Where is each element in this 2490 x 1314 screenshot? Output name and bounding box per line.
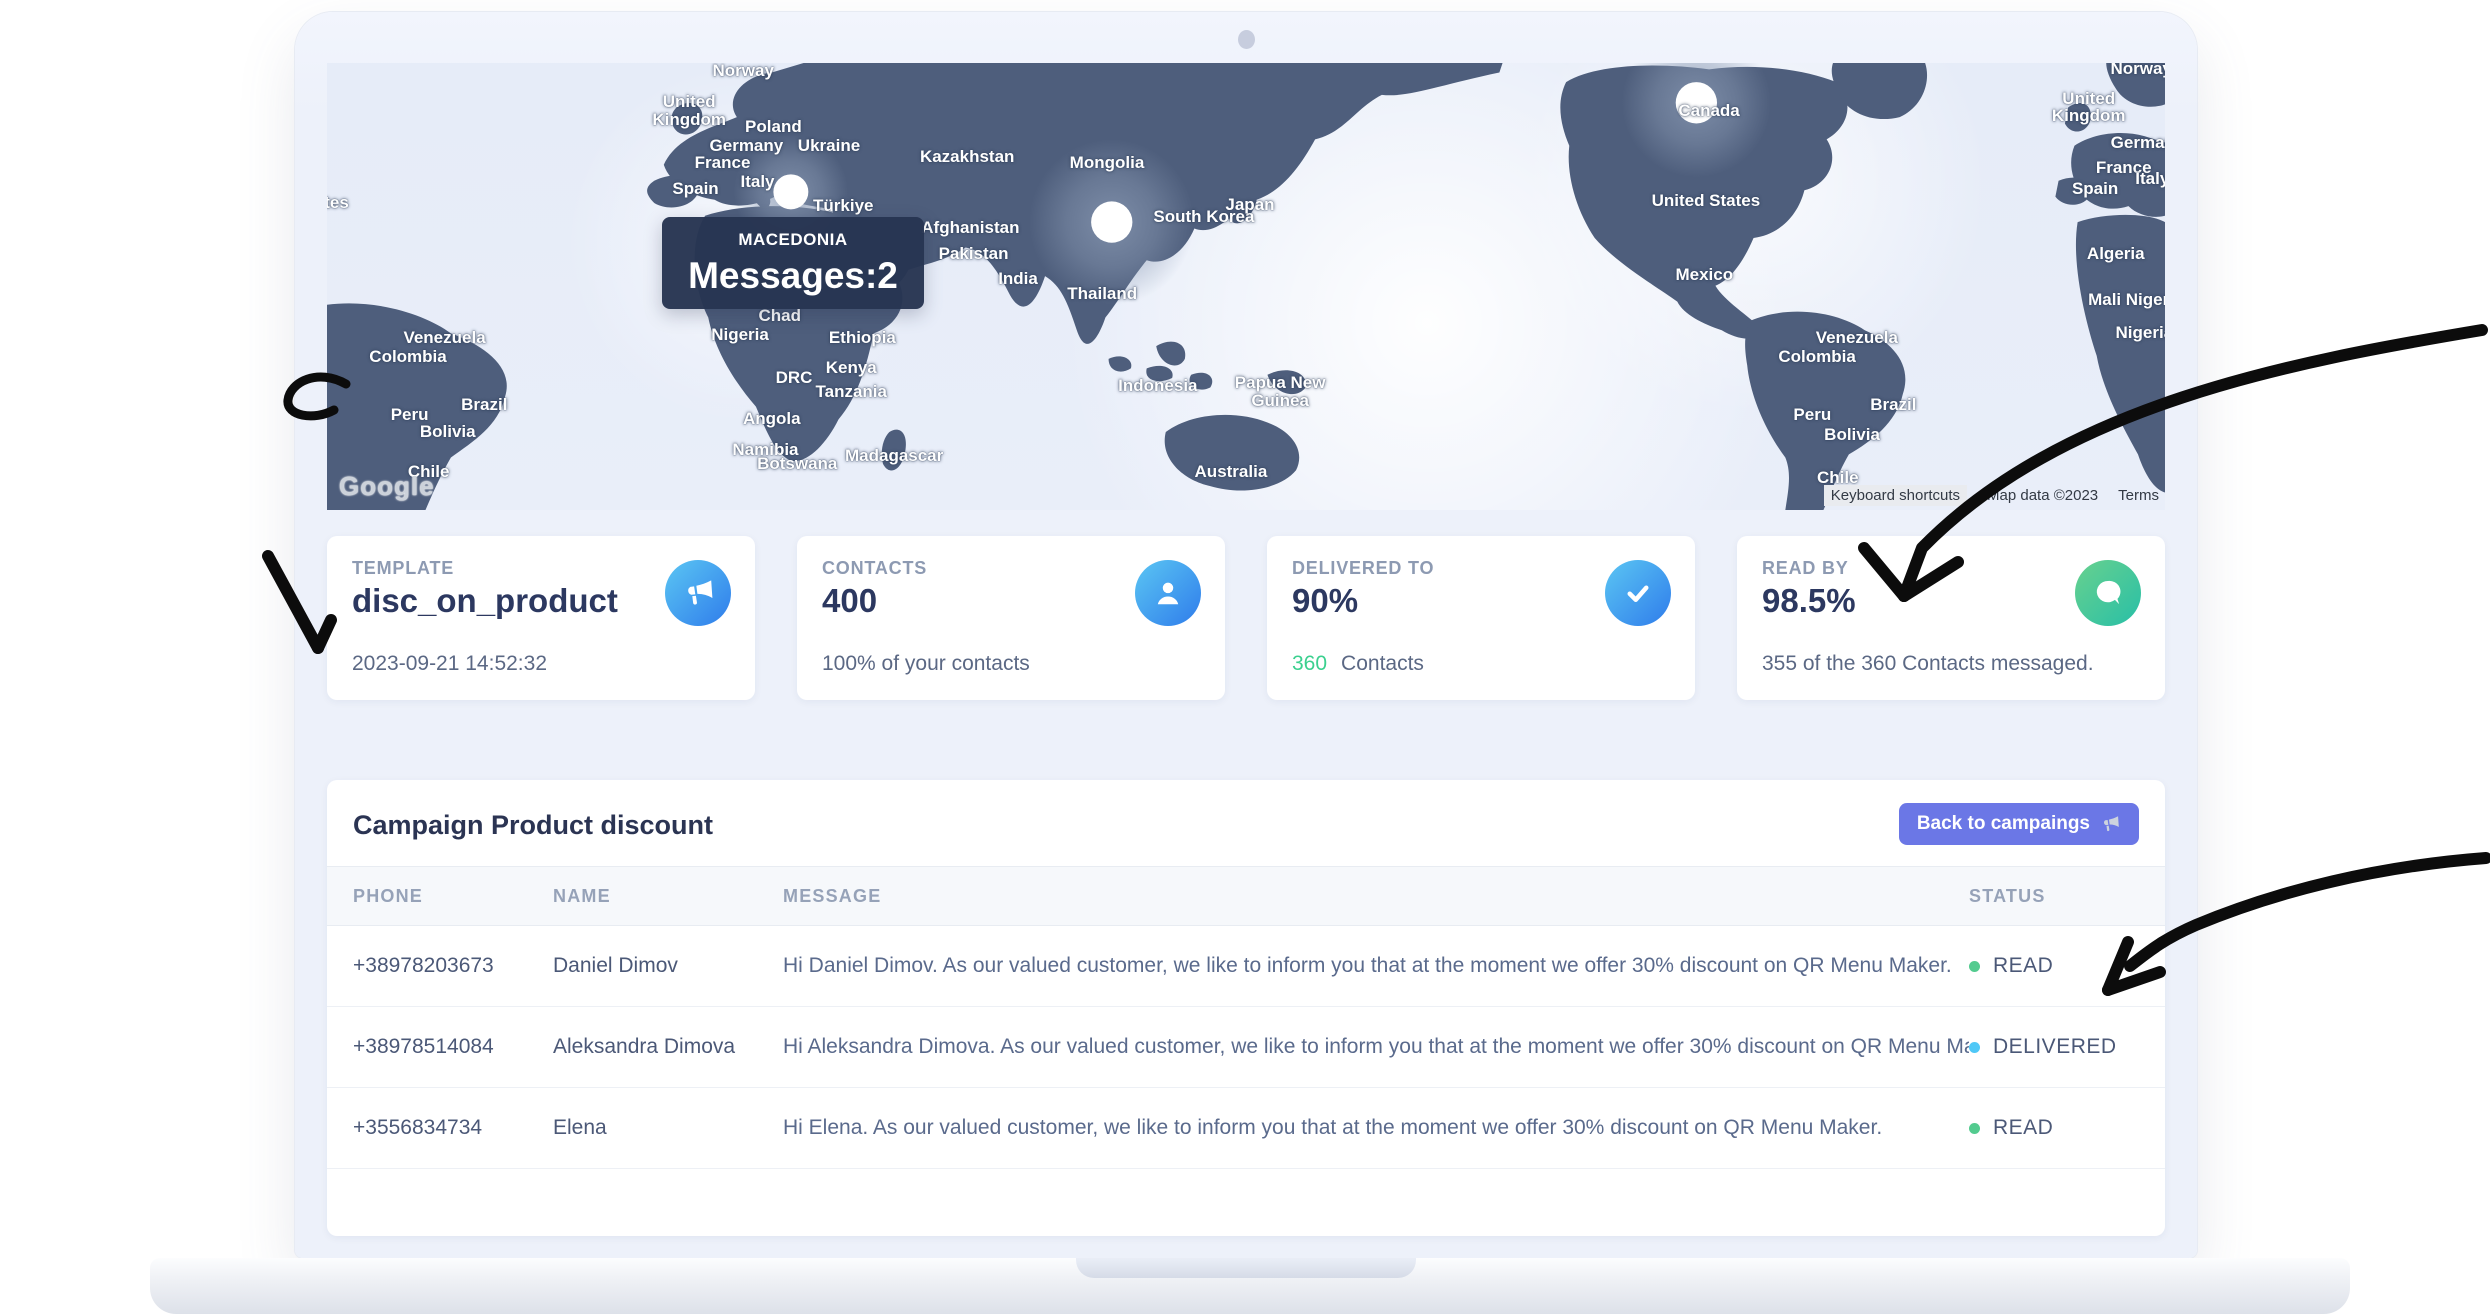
table-row: +38978203673 Daniel Dimov Hi Daniel Dimo… — [327, 926, 2165, 1007]
stat-card-template: TEMPLATE disc_on_product 2023-09-21 14:5… — [327, 536, 755, 700]
delivered-unit: Contacts — [1341, 652, 1424, 675]
laptop-base-notch — [1076, 1258, 1416, 1278]
map-attribution: Keyboard shortcuts Map data ©2023 Terms — [1824, 485, 2159, 506]
cell-name: Elena — [553, 1116, 783, 1140]
cell-name: Daniel Dimov — [553, 954, 783, 978]
cell-status: READ — [1969, 954, 2165, 978]
cell-message: Hi Daniel Dimov. As our valued customer,… — [783, 954, 1969, 978]
tooltip-region: MACEDONIA — [738, 230, 847, 250]
status-label: READ — [1993, 1116, 2053, 1140]
cell-name: Aleksandra Dimova — [553, 1035, 783, 1059]
column-header-status: STATUS — [1969, 886, 2165, 907]
cell-status: READ — [1969, 1116, 2165, 1140]
cell-phone: +3556834734 — [327, 1116, 553, 1140]
cell-message: Hi Aleksandra Dimova. As our valued cust… — [783, 1035, 1969, 1059]
table-header-row: PHONE NAME MESSAGE STATUS — [327, 866, 2165, 926]
stat-label: DELIVERED TO — [1292, 558, 1434, 579]
cell-message: Hi Elena. As our valued customer, we lik… — [783, 1116, 1969, 1140]
back-button-label: Back to campaings — [1917, 813, 2090, 835]
megaphone-icon — [665, 560, 731, 626]
stat-cards-row: TEMPLATE disc_on_product 2023-09-21 14:5… — [327, 536, 2165, 700]
stat-card-contacts: CONTACTS 400 100% of your contacts — [797, 536, 1225, 700]
laptop-mockup: NorwayUnited KingdomPolandGermanyUkraine… — [295, 12, 2197, 1258]
stat-value: 98.5% — [1762, 582, 1856, 620]
tooltip-message-count: Messages:2 — [688, 255, 898, 297]
campaign-title: Campaign Product discount — [353, 810, 713, 841]
cell-phone: +38978203673 — [327, 954, 553, 978]
table-body: +38978203673 Daniel Dimov Hi Daniel Dimo… — [327, 926, 2165, 1169]
stat-subtext: 2023-09-21 14:52:32 — [352, 652, 547, 676]
stat-label: TEMPLATE — [352, 558, 454, 579]
stat-card-delivered: DELIVERED TO 90% 360 Contacts — [1267, 536, 1695, 700]
table-row: +3556834734 Elena Hi Elena. As our value… — [327, 1088, 2165, 1169]
table-row: +38978514084 Aleksandra Dimova Hi Aleksa… — [327, 1007, 2165, 1088]
stat-subtext: 355 of the 360 Contacts messaged. — [1762, 652, 2094, 676]
map-landmass — [327, 63, 2165, 510]
status-label: READ — [1993, 954, 2053, 978]
cell-status: DELIVERED — [1969, 1035, 2165, 1059]
google-logo[interactable]: Google — [339, 471, 435, 502]
terms-link[interactable]: Terms — [2118, 487, 2159, 504]
user-icon — [1135, 560, 1201, 626]
status-dot-icon — [1969, 1123, 1980, 1134]
check-icon — [1605, 560, 1671, 626]
stat-subtext: 360 Contacts — [1292, 652, 1424, 676]
world-map[interactable]: NorwayUnited KingdomPolandGermanyUkraine… — [327, 63, 2165, 510]
stat-label: CONTACTS — [822, 558, 927, 579]
column-header-message: MESSAGE — [783, 886, 1969, 907]
webcam-dot — [1238, 30, 1255, 49]
stat-subtext: 100% of your contacts — [822, 652, 1030, 676]
chat-bubble-icon — [2075, 560, 2141, 626]
delivered-count: 360 — [1292, 652, 1327, 675]
campaign-table-card: Campaign Product discount Back to campai… — [327, 780, 2165, 1236]
column-header-name: NAME — [553, 886, 783, 907]
column-header-phone: PHONE — [327, 886, 553, 907]
cell-phone: +38978514084 — [327, 1035, 553, 1059]
keyboard-shortcuts-link[interactable]: Keyboard shortcuts — [1824, 485, 1967, 506]
stat-value: 90% — [1292, 582, 1358, 620]
status-dot-icon — [1969, 1042, 1980, 1053]
status-dot-icon — [1969, 961, 1980, 972]
stat-card-read: READ BY 98.5% 355 of the 360 Contacts me… — [1737, 536, 2165, 700]
back-to-campaigns-button[interactable]: Back to campaings — [1899, 803, 2139, 845]
stat-value: disc_on_product — [352, 582, 618, 620]
map-tooltip: MACEDONIA Messages:2 — [662, 217, 924, 309]
stat-label: READ BY — [1762, 558, 1849, 579]
megaphone-emoji-icon — [2099, 813, 2121, 835]
status-label: DELIVERED — [1993, 1035, 2117, 1059]
stat-value: 400 — [822, 582, 877, 620]
map-data-copyright: Map data ©2023 — [1987, 487, 2098, 504]
